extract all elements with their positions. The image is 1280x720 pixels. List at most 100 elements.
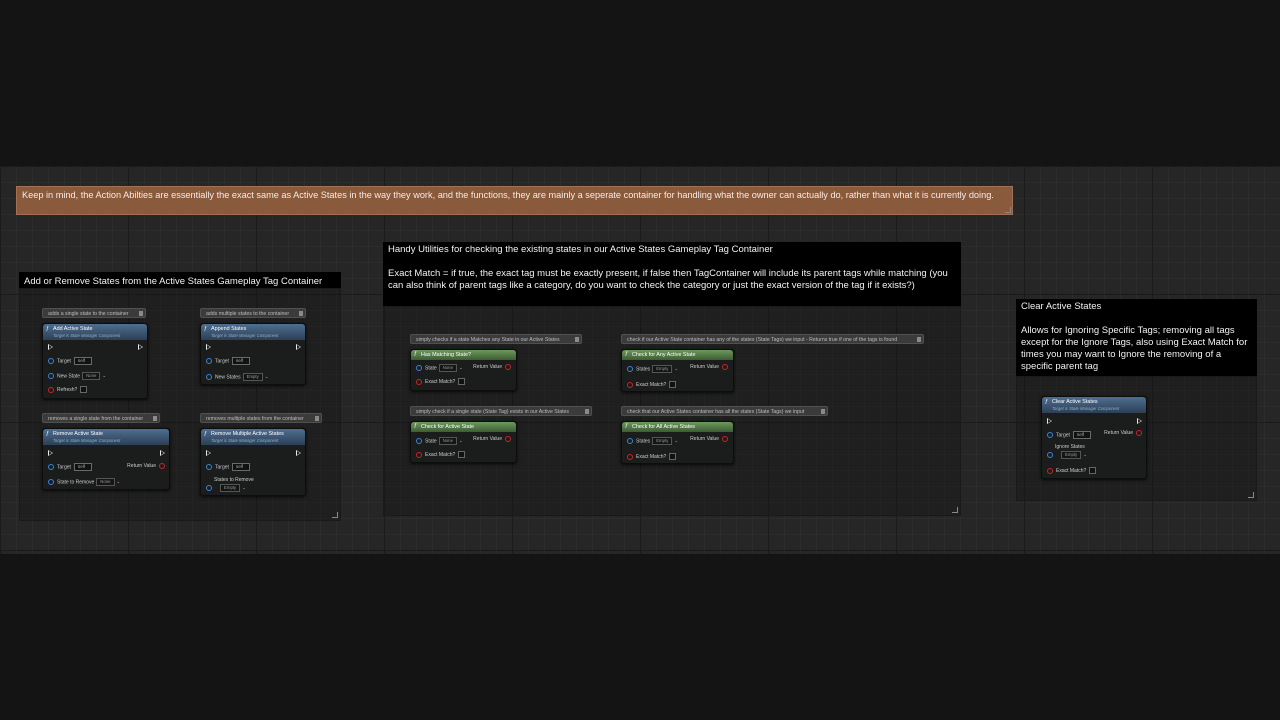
comment-utilities-title: Handy Utilities for checking the existin…	[388, 244, 773, 255]
exact-match-checkbox[interactable]	[669, 453, 677, 461]
pin-icon[interactable]	[153, 416, 157, 421]
node-check-for-active-state[interactable]: ƒ Check for Active State State None ⌄ Retu…	[410, 421, 517, 463]
node-comment-bubble[interactable]: check if our Active State container has …	[621, 334, 924, 344]
pin-row-return-value[interactable]: Return Value	[473, 435, 511, 443]
pin-icon[interactable]	[821, 409, 825, 414]
function-icon: ƒ	[625, 351, 629, 357]
pin-row-states[interactable]: States Empty ⌄	[627, 365, 678, 373]
node-check-for-all-active-states[interactable]: ƒ Check for All Active States States Empt…	[621, 421, 734, 464]
pin-row-target[interactable]: Target self	[206, 463, 250, 471]
pin-row-state[interactable]: State None ⌄	[416, 437, 463, 445]
pin-row-ignore-states[interactable]: Empty ⌄	[1047, 451, 1087, 459]
pin-row-return-value[interactable]: Return Value	[473, 363, 511, 371]
node-comment-bubble[interactable]: simply check if a single state (State Ta…	[410, 406, 592, 416]
exec-in-pin[interactable]	[206, 450, 211, 456]
pin-row-target[interactable]: Target self	[48, 357, 92, 365]
node-add-active-state[interactable]: ƒ Add Active State Target is State Manag…	[42, 323, 148, 399]
pin-row-exact-match[interactable]: Exact Match?	[416, 378, 466, 386]
top-comment-note[interactable]: Keep in mind, the Action Abilties are es…	[16, 186, 1013, 215]
pin-row-ignore-states-label: Ignore States	[1055, 444, 1085, 450]
exact-match-checkbox[interactable]	[669, 381, 677, 389]
exec-out-pin[interactable]	[296, 344, 301, 350]
comment-clear-header: Clear Active States Allows for Ignoring …	[1016, 299, 1257, 376]
resize-handle[interactable]	[1248, 492, 1254, 498]
exec-out-pin[interactable]	[1137, 418, 1142, 424]
chevron-down-icon[interactable]: ⌄	[102, 373, 106, 378]
node-comment-bubble[interactable]: adds multiple states to the container	[200, 308, 306, 318]
pin-row-state-to-remove[interactable]: State to Remove None ⌄	[48, 478, 120, 486]
node-header: ƒ Add Active State Target is State Manag…	[43, 324, 147, 340]
pin-row-exact-match[interactable]: Exact Match?	[627, 381, 677, 389]
chevron-down-icon[interactable]: ⌄	[674, 438, 678, 443]
exec-in-pin[interactable]	[1047, 418, 1052, 424]
exact-match-checkbox[interactable]	[458, 451, 466, 459]
node-header: ƒ Check for All Active States	[622, 422, 733, 432]
node-header: ƒ Check for Active State	[411, 422, 516, 432]
pin-row-return-value[interactable]: Return Value	[690, 363, 728, 371]
chevron-down-icon[interactable]: ⌄	[674, 366, 678, 371]
pin-row-states-to-remove-label: States to Remove	[214, 477, 254, 483]
resize-handle[interactable]	[1005, 207, 1011, 213]
pin-row-states[interactable]: States Empty ⌄	[627, 437, 678, 445]
node-clear-active-states[interactable]: ƒ Clear Active States Target is State Ma…	[1041, 396, 1147, 479]
pin-row-new-state[interactable]: New State None ⌄	[48, 372, 106, 380]
pin-row-return-value[interactable]: Return Value	[690, 435, 728, 443]
node-remove-multiple-active-states[interactable]: ƒ Remove Multiple Active States Target i…	[200, 428, 306, 496]
pin-row-new-states[interactable]: New States Empty ⌄	[206, 373, 269, 381]
chevron-down-icon[interactable]: ⌄	[459, 438, 463, 443]
node-header: ƒ Append States Target is State Manager …	[201, 324, 305, 340]
pin-row-refresh[interactable]: Refresh?	[48, 386, 88, 394]
pin-row-states-to-remove[interactable]: Empty ⌄	[206, 484, 246, 492]
function-icon: ƒ	[414, 423, 418, 429]
pin-icon[interactable]	[917, 337, 921, 342]
chevron-down-icon[interactable]: ⌄	[117, 479, 121, 484]
function-icon: ƒ	[204, 326, 208, 332]
pin-row-return-value[interactable]: Return Value	[127, 462, 165, 470]
exec-in-pin[interactable]	[48, 450, 53, 456]
exec-out-pin[interactable]	[296, 450, 301, 456]
chevron-down-icon[interactable]: ⌄	[265, 374, 269, 379]
node-comment-bubble[interactable]: removes multiple states from the contain…	[200, 413, 322, 423]
pin-row-exact-match[interactable]: Exact Match?	[1047, 467, 1097, 475]
exec-out-pin[interactable]	[160, 450, 165, 456]
comment-utilities-body: Exact Match = if true, the exact tag mus…	[388, 268, 948, 291]
pin-row-target[interactable]: Target self	[48, 463, 92, 471]
node-remove-active-state[interactable]: ƒ Remove Active State Target is State Ma…	[42, 428, 170, 490]
exec-in-pin[interactable]	[48, 344, 53, 350]
comment-utilities-header: Handy Utilities for checking the existin…	[383, 242, 961, 306]
node-header: ƒ Check for Any Active State	[622, 350, 733, 360]
node-append-states[interactable]: ƒ Append States Target is State Manager …	[200, 323, 306, 385]
function-icon: ƒ	[46, 326, 50, 332]
resize-handle[interactable]	[952, 507, 958, 513]
node-header: ƒ Remove Multiple Active States Target i…	[201, 429, 305, 445]
pin-row-exact-match[interactable]: Exact Match?	[627, 453, 677, 461]
exact-match-checkbox[interactable]	[458, 378, 466, 386]
pin-icon[interactable]	[299, 311, 303, 316]
refresh-checkbox[interactable]	[80, 386, 88, 394]
function-icon: ƒ	[625, 423, 629, 429]
node-comment-bubble[interactable]: removes a single state from the containe…	[42, 413, 160, 423]
pin-row-state[interactable]: State None ⌄	[416, 364, 463, 372]
node-has-matching-state[interactable]: ƒ Has Matching State? State None ⌄ Return …	[410, 349, 517, 391]
pin-icon[interactable]	[585, 409, 589, 414]
exec-in-pin[interactable]	[206, 344, 211, 350]
node-header: ƒ Has Matching State?	[411, 350, 516, 360]
pin-icon[interactable]	[139, 311, 143, 316]
pin-row-target[interactable]: Target self	[206, 357, 250, 365]
pin-icon[interactable]	[575, 337, 579, 342]
node-comment-bubble[interactable]: check that our Active States container h…	[621, 406, 828, 416]
resize-handle[interactable]	[332, 512, 338, 518]
node-check-for-any-active-state[interactable]: ƒ Check for Any Active State States Empty…	[621, 349, 734, 392]
pin-row-return-value[interactable]: Return Value	[1104, 429, 1142, 437]
comment-add-remove-title: Add or Remove States from the Active Sta…	[19, 272, 341, 288]
chevron-down-icon[interactable]: ⌄	[459, 365, 463, 370]
node-comment-bubble[interactable]: simply checks if a state Matches any Sta…	[410, 334, 582, 344]
exact-match-checkbox[interactable]	[1089, 467, 1097, 475]
pin-row-target[interactable]: Target self	[1047, 431, 1091, 439]
exec-out-pin[interactable]	[138, 344, 143, 350]
node-comment-bubble[interactable]: adds a single state to the container	[42, 308, 146, 318]
pin-row-exact-match[interactable]: Exact Match?	[416, 451, 466, 459]
pin-icon[interactable]	[315, 416, 319, 421]
chevron-down-icon[interactable]: ⌄	[1083, 452, 1087, 457]
chevron-down-icon[interactable]: ⌄	[242, 485, 246, 490]
